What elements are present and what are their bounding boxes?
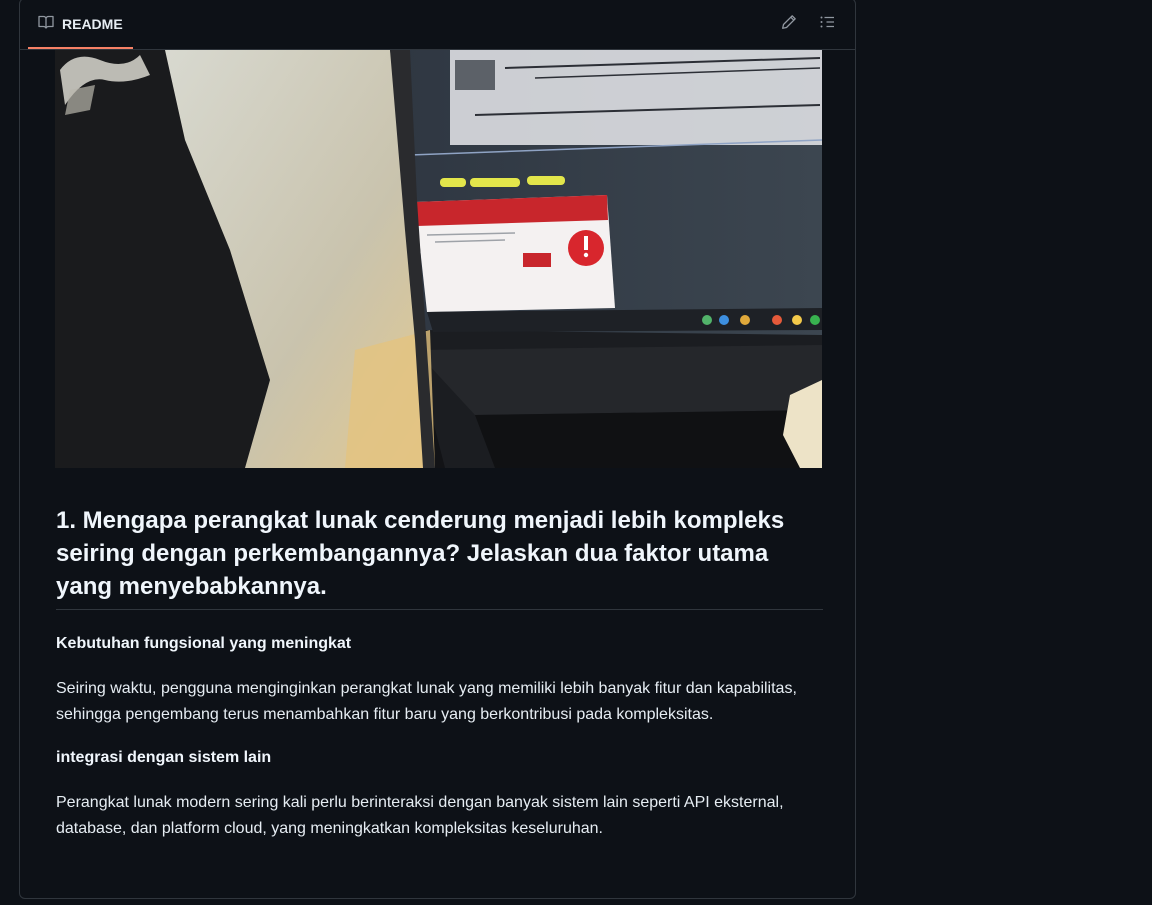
section-title: integrasi dengan sistem lain	[56, 749, 272, 766]
pencil-icon	[781, 14, 797, 35]
list-icon	[819, 14, 835, 35]
book-icon	[38, 14, 54, 35]
section-title: Kebutuhan fungsional yang meningkat	[56, 635, 352, 652]
tab-readme-label: README	[62, 16, 123, 32]
edit-file-button[interactable]	[777, 12, 801, 36]
section-body: Perangkat lunak modern sering kali perlu…	[56, 794, 784, 837]
photo-illustration	[55, 50, 822, 468]
readme-header: README	[20, 0, 855, 50]
section-body: Seiring waktu, pengguna menginginkan per…	[56, 680, 797, 723]
outline-button[interactable]	[815, 12, 839, 36]
readme-content: 1. Mengapa perangkat lunak cenderung men…	[56, 504, 823, 842]
tab-readme[interactable]: README	[28, 1, 133, 49]
article-heading: 1. Mengapa perangkat lunak cenderung men…	[56, 504, 823, 610]
readme-photo	[55, 50, 822, 468]
readme-panel: README 1. Mengapa perangkat lunak cender…	[19, 0, 856, 899]
